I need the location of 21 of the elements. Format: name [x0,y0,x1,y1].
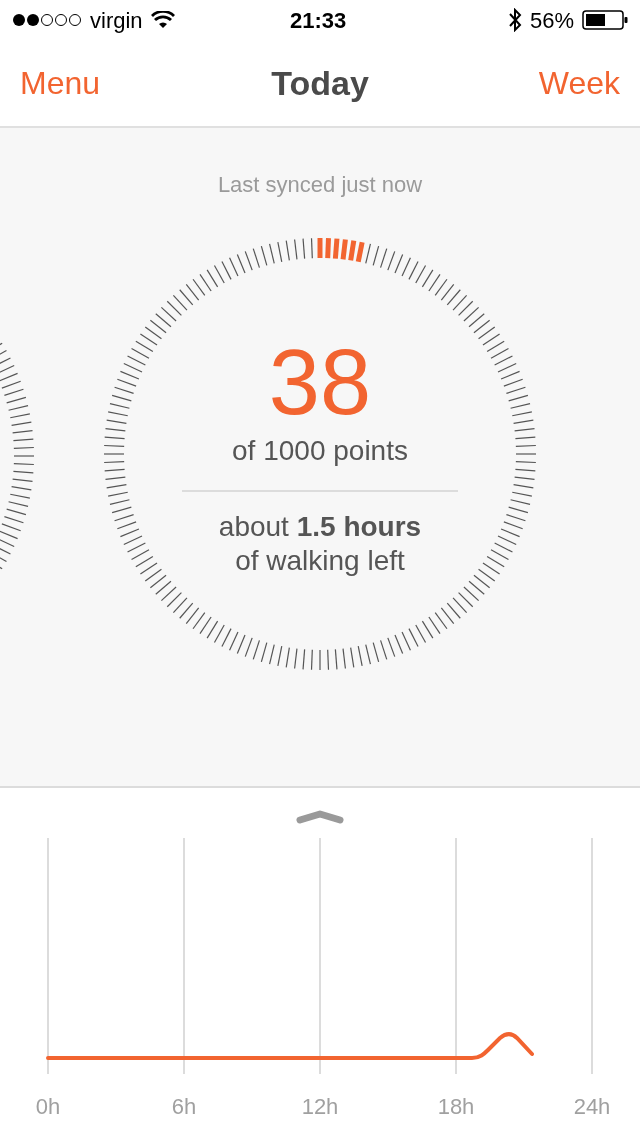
battery-icon [582,10,628,30]
time-axis-label: 18h [437,1093,475,1121]
expand-handle-icon[interactable] [296,810,344,824]
battery-percent: 56% [529,6,574,35]
menu-button[interactable]: Menu [20,59,101,107]
carrier-name: virgin [90,6,143,35]
remaining-time: about 1.5 hours [218,510,422,544]
sync-status: Last synced just now [217,171,423,199]
points-caption: of 1000 points [232,434,408,468]
time-axis-label: 6h [171,1093,197,1121]
remaining-caption: of walking left [235,544,405,578]
time-axis-label: 12h [301,1093,339,1121]
screen-title: Today [271,62,369,104]
points-value: 38 [268,336,372,428]
time-axis-label: 24h [573,1093,611,1121]
clock-time: 21:33 [290,6,347,35]
week-button[interactable]: Week [538,59,620,107]
signal-icon [12,13,82,27]
wifi-icon [150,11,175,29]
bluetooth-icon [507,8,522,32]
time-axis-label: 0h [35,1093,61,1121]
